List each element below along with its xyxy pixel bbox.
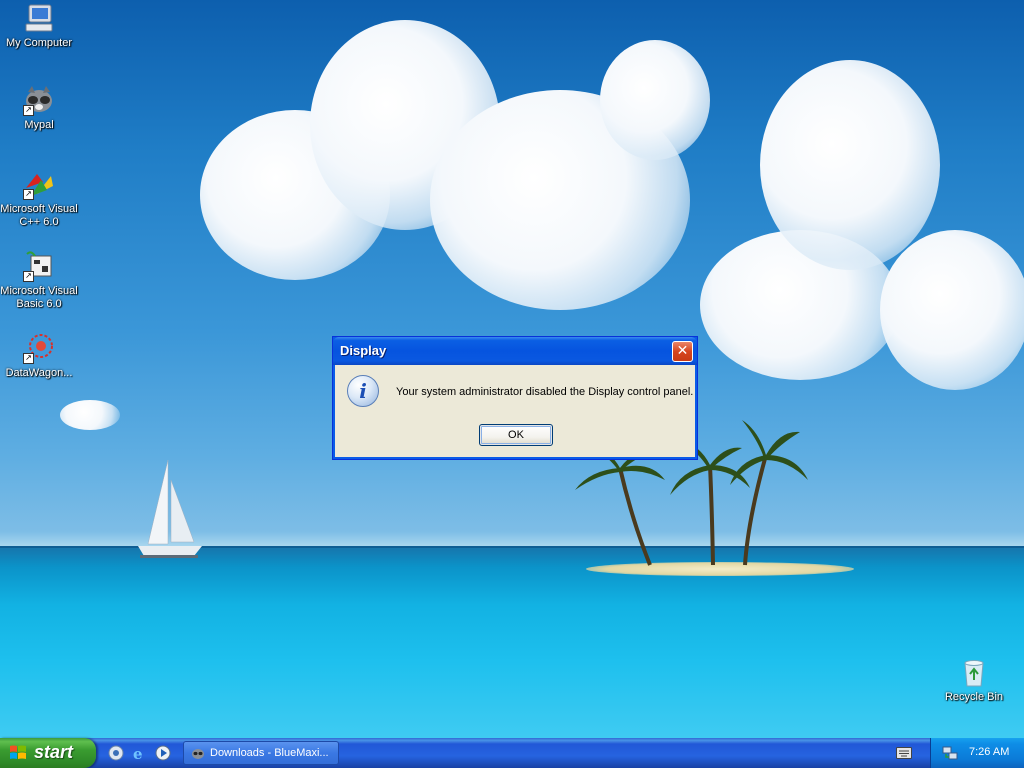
recycle-bin-icon bbox=[958, 656, 990, 688]
dialog-message: Your system administrator disabled the D… bbox=[396, 386, 694, 398]
start-label: start bbox=[34, 742, 74, 762]
system-tray: 7:26 AM bbox=[930, 738, 1024, 768]
desktop-icon-mypal[interactable]: ↗ Mypal bbox=[0, 84, 79, 132]
keyboard-icon[interactable] bbox=[896, 747, 912, 759]
media-player-icon[interactable] bbox=[155, 745, 171, 761]
ok-button[interactable]: OK bbox=[479, 424, 553, 446]
taskbar: start e Downloads - BlueMaxi... 7:26 AM bbox=[0, 738, 1024, 768]
sailboat bbox=[138, 459, 202, 558]
mypal-icon: ↗ bbox=[23, 84, 55, 116]
cloud bbox=[60, 400, 120, 430]
datawagon-icon: ↗ bbox=[23, 332, 55, 364]
mypal-icon bbox=[192, 749, 204, 759]
display-dialog: Display ✕ i Your system administrator di… bbox=[332, 336, 698, 460]
sea bbox=[0, 548, 1024, 738]
taskbar-window-button[interactable]: Downloads - BlueMaxi... bbox=[183, 741, 339, 765]
desktop-icon-recycle-bin[interactable]: Recycle Bin bbox=[934, 656, 1014, 704]
visual-basic-icon: ↗ bbox=[23, 250, 55, 282]
taskbar-window-label: Downloads - BlueMaxi... bbox=[210, 747, 329, 759]
desktop-icon-label: DataWagon... bbox=[5, 367, 73, 379]
internet-explorer-icon[interactable]: e bbox=[131, 745, 147, 761]
info-icon: i bbox=[347, 375, 379, 407]
desktop-icon-datawagon[interactable]: ↗ DataWagon... bbox=[0, 332, 79, 380]
desktop-icon-label: Microsoft Visual Basic 6.0 bbox=[0, 285, 78, 310]
close-button[interactable]: ✕ bbox=[672, 341, 693, 362]
desktop-icon-label: Microsoft Visual C++ 6.0 bbox=[0, 203, 78, 228]
shortcut-arrow-icon: ↗ bbox=[23, 189, 34, 200]
shortcut-arrow-icon: ↗ bbox=[23, 353, 34, 364]
my-computer-icon bbox=[23, 2, 55, 34]
desktop-icon-visual-basic[interactable]: ↗ Microsoft Visual Basic 6.0 bbox=[0, 250, 79, 311]
desktop-icon-my-computer[interactable]: My Computer bbox=[0, 2, 79, 50]
cloud bbox=[760, 60, 940, 270]
dialog-titlebar[interactable]: Display ✕ bbox=[333, 337, 697, 365]
svg-text:e: e bbox=[133, 745, 143, 761]
cloud bbox=[880, 230, 1024, 390]
desktop-icon-label: My Computer bbox=[5, 37, 73, 49]
shortcut-arrow-icon: ↗ bbox=[23, 105, 34, 116]
clock[interactable]: 7:26 AM bbox=[969, 746, 1009, 758]
cloud bbox=[600, 40, 710, 160]
desktop-icon-label: Recycle Bin bbox=[944, 691, 1004, 703]
start-button[interactable]: start bbox=[0, 738, 96, 768]
shortcut-arrow-icon: ↗ bbox=[23, 271, 34, 282]
show-desktop-icon[interactable] bbox=[108, 745, 124, 761]
desktop-icon-label: Mypal bbox=[24, 119, 54, 131]
visual-cpp-icon: ↗ bbox=[23, 168, 55, 200]
windows-logo-icon bbox=[10, 745, 26, 759]
desktop: My Computer ↗ Mypal ↗ Microsoft Visual C… bbox=[0, 0, 1024, 738]
network-icon[interactable] bbox=[942, 745, 958, 761]
dialog-title: Display bbox=[340, 343, 387, 358]
desktop-icon-visual-cpp[interactable]: ↗ Microsoft Visual C++ 6.0 bbox=[0, 168, 79, 229]
